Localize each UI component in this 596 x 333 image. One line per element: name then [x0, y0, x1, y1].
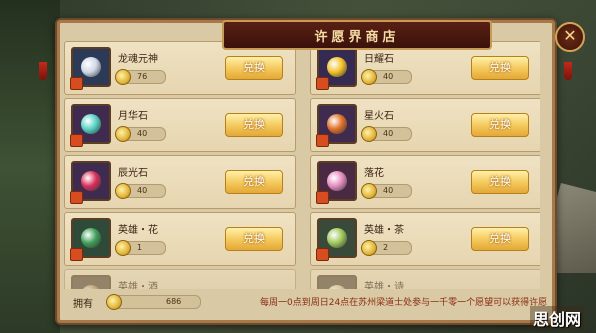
hero-wine-icon	[81, 285, 101, 289]
item-price-box: 40	[361, 183, 412, 199]
coin-icon	[115, 69, 131, 85]
exchange-button[interactable]: 兑换	[225, 170, 283, 194]
coin-icon	[115, 240, 131, 256]
owned-label: 拥有	[73, 299, 93, 310]
lock-icon	[70, 248, 83, 261]
left-tassel-ornament	[39, 62, 47, 80]
hero-tea-icon	[327, 228, 347, 248]
moon-stone-icon	[81, 114, 101, 134]
item-icon-frame[interactable]	[71, 275, 111, 289]
background-trees	[0, 0, 60, 333]
exchange-button[interactable]: 兑换	[471, 227, 529, 251]
item-icon-frame[interactable]	[317, 275, 357, 289]
item-grid: 龙魂元神 76 兑换 日耀石 40 兑换 月华石 40 兑换 星火石 40 兑换 辰光石 40 兑换 落花 40…	[64, 41, 540, 289]
item-name: 英雄・酒	[118, 282, 158, 289]
shop-item-card: 星火石 40 兑换	[310, 98, 540, 152]
lock-icon	[70, 77, 83, 90]
coin-icon	[361, 69, 377, 85]
lock-icon	[70, 191, 83, 204]
dawn-stone-icon	[81, 171, 101, 191]
item-icon-frame[interactable]	[316, 161, 357, 204]
item-icon-frame[interactable]	[70, 47, 111, 90]
item-name: 日耀石	[364, 54, 394, 65]
exchange-button[interactable]: 兑换	[225, 56, 283, 80]
lock-icon	[316, 248, 329, 261]
item-price: 1	[137, 243, 143, 252]
item-price: 40	[383, 129, 394, 138]
exchange-button[interactable]: 兑换	[471, 170, 529, 194]
dragon-soul-orb-icon	[81, 57, 101, 77]
item-price: 40	[137, 186, 148, 195]
hero-poem-icon	[327, 285, 347, 289]
item-name: 星火石	[364, 111, 394, 122]
coin-icon	[106, 294, 122, 310]
item-name: 月华石	[118, 111, 148, 122]
coin-icon	[115, 183, 131, 199]
exchange-button[interactable]: 兑换	[225, 113, 283, 137]
title-banner: 许愿界商店	[222, 20, 492, 50]
item-name: 英雄・茶	[364, 225, 404, 236]
coin-icon	[115, 126, 131, 142]
item-price-box: 40	[115, 126, 166, 142]
exchange-button[interactable]: 兑换	[471, 113, 529, 137]
item-price: 40	[137, 129, 148, 138]
item-icon-frame[interactable]	[70, 161, 111, 204]
item-icon-frame[interactable]	[316, 104, 357, 147]
sun-stone-icon	[327, 57, 347, 77]
star-fire-stone-icon	[327, 114, 347, 134]
shop-item-card: 落花 40 兑换	[310, 155, 540, 209]
shop-item-card: 辰光石 40 兑换	[64, 155, 296, 209]
owned-value: 686	[166, 297, 182, 306]
fallen-flower-icon	[327, 171, 347, 191]
item-price-box: 76	[115, 69, 166, 85]
item-name: 英雄・诗	[364, 282, 404, 289]
item-price-box: 1	[115, 240, 166, 256]
lock-icon	[70, 134, 83, 147]
lock-icon	[316, 191, 329, 204]
shop-item-card: 英雄・花 1 兑换	[64, 212, 296, 266]
bottom-bar: 拥有 686 每周一0点到周日24点在苏州梁道士处参与一千零一个愿望可以获得许愿	[63, 292, 548, 312]
shop-item-card: 英雄・茶 2 兑换	[310, 212, 540, 266]
shop-item-card: 英雄・诗	[310, 269, 540, 289]
item-price-box: 2	[361, 240, 412, 256]
item-name: 辰光石	[118, 168, 148, 179]
exchange-button[interactable]: 兑换	[471, 56, 529, 80]
shop-title: 许愿界商店	[314, 29, 400, 45]
item-icon-frame[interactable]	[70, 104, 111, 147]
item-price: 40	[383, 72, 394, 81]
item-icon-frame[interactable]	[316, 47, 357, 90]
item-price-box: 40	[115, 183, 166, 199]
item-name: 英雄・花	[118, 225, 158, 236]
hero-flower-icon	[81, 228, 101, 248]
exchange-button[interactable]: 兑换	[225, 227, 283, 251]
watermark-logo: 思创网	[530, 306, 585, 330]
shop-item-card: 英雄・酒	[64, 269, 296, 289]
coin-icon	[361, 240, 377, 256]
right-tassel-ornament	[564, 62, 572, 80]
lock-icon	[316, 134, 329, 147]
owned-currency-box: 686	[106, 294, 201, 310]
item-price-box: 40	[361, 126, 412, 142]
item-price: 40	[383, 186, 394, 195]
event-notice: 每周一0点到周日24点在苏州梁道士处参与一千零一个愿望可以获得许愿	[260, 298, 548, 308]
close-button[interactable]: ✕	[555, 22, 585, 52]
item-price-box: 40	[361, 69, 412, 85]
shop-item-card: 月华石 40 兑换	[64, 98, 296, 152]
item-name: 落花	[364, 168, 384, 179]
item-price: 2	[383, 243, 389, 252]
lock-icon	[316, 77, 329, 90]
item-name: 龙魂元神	[118, 54, 158, 65]
coin-icon	[361, 183, 377, 199]
coin-icon	[361, 126, 377, 142]
item-icon-frame[interactable]	[316, 218, 357, 261]
item-icon-frame[interactable]	[70, 218, 111, 261]
item-price: 76	[137, 72, 148, 81]
